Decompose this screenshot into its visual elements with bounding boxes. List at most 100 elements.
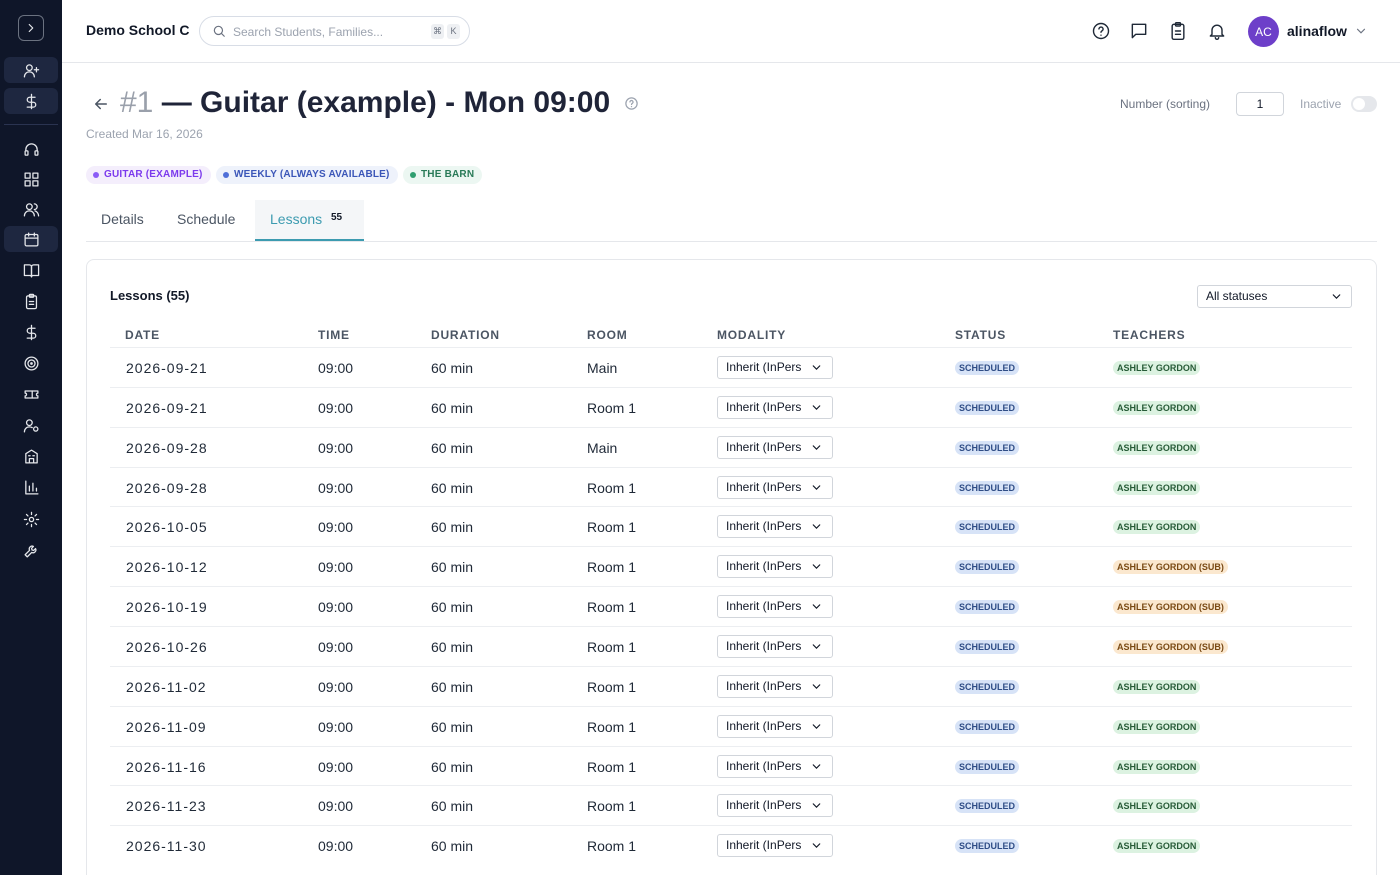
notifications-button[interactable]: [1207, 21, 1227, 41]
chevron-down-icon: [810, 400, 823, 414]
tag-frequency: WEEKLY (ALWAYS AVAILABLE): [216, 166, 398, 184]
teacher-badge[interactable]: ASHLEY GORDON: [1113, 679, 1201, 694]
tab-lessons[interactable]: Lessons: [270, 211, 322, 227]
sort-number-input[interactable]: 1: [1236, 92, 1284, 116]
modality-select[interactable]: Inherit (InPers: [717, 634, 833, 658]
search-placeholder: Search Students, Families...: [233, 25, 384, 39]
sidebar-item-library[interactable]: [4, 257, 58, 283]
table-row[interactable]: 2026-11-30 09:00 60 min Room 1 Inherit (InPe…: [110, 825, 1352, 865]
sidebar-item-goals[interactable]: [4, 350, 58, 376]
teacher-badge[interactable]: ASHLEY GORDON (SUB): [1113, 600, 1228, 615]
sidebar-item-tickets[interactable]: [4, 381, 58, 407]
tab-details[interactable]: Details: [101, 211, 144, 227]
help-button[interactable]: [1091, 21, 1111, 41]
sidebar-item-add-student[interactable]: [4, 57, 58, 83]
teacher-badge[interactable]: ASHLEY GORDON (SUB): [1113, 560, 1228, 575]
table-row[interactable]: 2026-11-02 09:00 60 min Room 1 Inherit (InPe…: [110, 665, 1352, 706]
lesson-time: 09:00: [318, 758, 354, 775]
modality-value: Inherit (InPers: [726, 479, 802, 494]
teacher-badge[interactable]: ASHLEY GORDON (SUB): [1113, 639, 1228, 654]
table-row[interactable]: 2026-09-28 09:00 60 min Main Inherit (InPers…: [110, 426, 1352, 467]
sidebar-toggle-button[interactable]: [18, 15, 44, 41]
school-name[interactable]: Demo School C: [86, 22, 189, 38]
teacher-badge[interactable]: ASHLEY GORDON: [1113, 799, 1201, 814]
add-user-icon: [23, 63, 39, 78]
sidebar-item-payments[interactable]: [4, 88, 58, 114]
inactive-toggle[interactable]: [1351, 96, 1377, 112]
tasks-button[interactable]: [1168, 21, 1188, 41]
table-row[interactable]: 2026-11-23 09:00 60 min Room 1 Inherit (InPe…: [110, 785, 1352, 825]
teacher-badge[interactable]: ASHLEY GORDON: [1113, 520, 1201, 535]
teacher-badge[interactable]: ASHLEY GORDON: [1113, 361, 1201, 375]
sidebar-item-tools[interactable]: [4, 537, 58, 563]
lesson-date: 2026-11-30: [126, 838, 207, 855]
table-row[interactable]: 2026-11-16 09:00 60 min Room 1 Inherit (InPe…: [110, 745, 1352, 786]
table-row[interactable]: 2026-10-19 09:00 60 min Room 1 Inherit (InPe…: [110, 586, 1352, 626]
tab-schedule[interactable]: Schedule: [177, 211, 235, 227]
teacher-badge[interactable]: ASHLEY GORDON: [1113, 839, 1201, 854]
lesson-date: 2026-11-16: [126, 758, 207, 775]
sidebar-item-reports[interactable]: [4, 474, 58, 500]
modality-select[interactable]: Inherit (InPers: [717, 674, 833, 698]
search-input[interactable]: Search Students, Families... ⌘ K: [199, 16, 470, 46]
lesson-duration: 60 min: [431, 758, 474, 775]
teacher-badge[interactable]: ASHLEY GORDON: [1113, 440, 1201, 455]
teacher-badge[interactable]: ASHLEY GORDON: [1113, 400, 1201, 415]
sidebar-item-locations[interactable]: [4, 443, 58, 469]
chevron-down-icon: [810, 679, 823, 693]
modality-select[interactable]: Inherit (InPers: [717, 356, 833, 379]
help-circle-icon[interactable]: [624, 96, 639, 111]
messages-button[interactable]: [1129, 21, 1149, 41]
table-row[interactable]: 2026-09-28 09:00 60 min Room 1 Inherit (InPe…: [110, 466, 1352, 507]
lesson-duration: 60 min: [431, 559, 474, 576]
table-row[interactable]: 2026-10-26 09:00 60 min Room 1 Inherit (InPe…: [110, 625, 1352, 666]
teacher-badge[interactable]: ASHLEY GORDON: [1113, 480, 1201, 495]
modality-value: Inherit (InPers: [726, 439, 802, 454]
lesson-date: 2026-09-28: [126, 479, 208, 496]
lesson-time: 09:00: [318, 399, 354, 416]
chevron-down-icon[interactable]: [1354, 24, 1368, 38]
sidebar-item-users[interactable]: [4, 196, 58, 222]
teacher-badge[interactable]: ASHLEY GORDON: [1113, 719, 1201, 734]
modality-select[interactable]: Inherit (InPers: [717, 714, 833, 738]
billing-dollar-icon: [26, 324, 36, 340]
modality-select[interactable]: Inherit (InPers: [717, 515, 833, 539]
lesson-duration: 60 min: [431, 360, 474, 376]
username[interactable]: alinaflow: [1287, 23, 1347, 39]
sidebar-item-tasks[interactable]: [4, 288, 58, 314]
lesson-time: 09:00: [318, 718, 354, 735]
table-row[interactable]: 2026-10-05 09:00 60 min Room 1 Inherit (InPe…: [110, 506, 1352, 546]
lesson-duration: 60 min: [431, 519, 474, 536]
status-badge: SCHEDULED: [955, 639, 1020, 654]
sidebar-item-support[interactable]: [4, 136, 58, 162]
sidebar-item-dashboard[interactable]: [4, 166, 58, 192]
lesson-time: 09:00: [318, 638, 354, 655]
sidebar-item-billing[interactable]: [4, 319, 58, 345]
back-arrow-icon[interactable]: [92, 95, 110, 113]
modality-select[interactable]: Inherit (InPers: [717, 834, 833, 858]
lesson-duration: 60 min: [431, 798, 474, 815]
modality-select[interactable]: Inherit (InPers: [717, 555, 833, 579]
modality-select[interactable]: Inherit (InPers: [717, 754, 833, 778]
table-row[interactable]: 2026-09-21 09:00 60 min Main Inherit (InPers…: [110, 347, 1352, 387]
lesson-room: Room 1: [587, 479, 637, 496]
modality-select[interactable]: Inherit (InPers: [717, 595, 833, 619]
lesson-room: Room 1: [587, 399, 637, 416]
avatar[interactable]: AC: [1248, 16, 1279, 47]
modality-select[interactable]: Inherit (InPers: [717, 395, 833, 419]
search-icon: [213, 25, 225, 37]
sidebar-item-settings[interactable]: [4, 506, 58, 532]
ticket-icon: [23, 389, 39, 399]
sidebar-item-staff[interactable]: [4, 412, 58, 438]
table-row[interactable]: 2026-09-21 09:00 60 min Room 1 Inherit (InPe…: [110, 386, 1352, 427]
modality-select[interactable]: Inherit (InPers: [717, 794, 833, 818]
column-header-status: STATUS: [955, 328, 1007, 342]
table-row[interactable]: 2026-11-09 09:00 60 min Room 1 Inherit (InPe…: [110, 705, 1352, 746]
sidebar-item-calendar[interactable]: [4, 226, 58, 252]
table-row[interactable]: 2026-10-12 09:00 60 min Room 1 Inherit (InPe…: [110, 546, 1352, 586]
teacher-badge[interactable]: ASHLEY GORDON: [1113, 759, 1201, 774]
lesson-duration: 60 min: [431, 678, 474, 695]
status-filter-select[interactable]: All statuses: [1197, 285, 1352, 308]
modality-select[interactable]: Inherit (InPers: [717, 475, 833, 499]
modality-select[interactable]: Inherit (InPers: [717, 435, 833, 459]
